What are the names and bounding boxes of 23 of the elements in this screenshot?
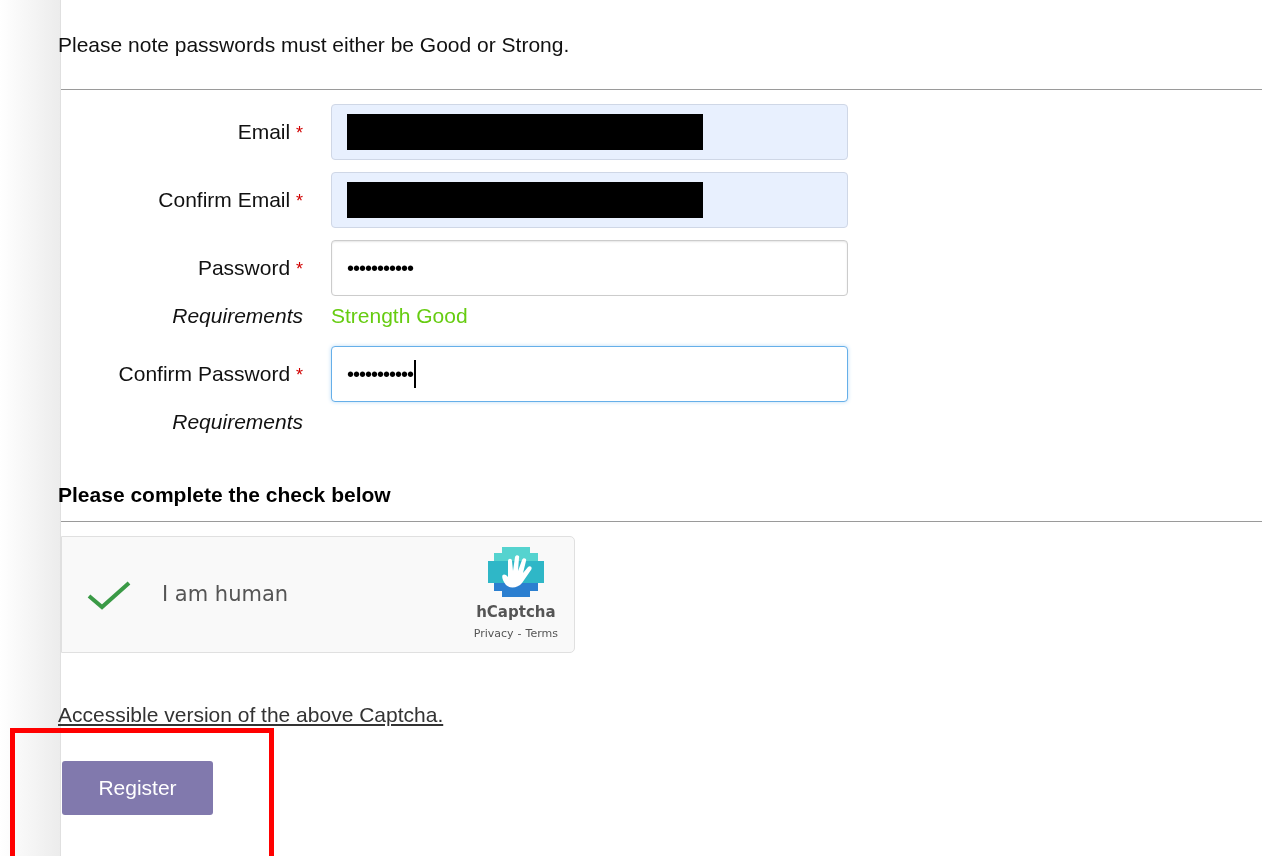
email-field[interactable] xyxy=(331,104,848,160)
field-label: Email * xyxy=(236,119,304,146)
requirements-label: Requirements xyxy=(171,409,304,436)
hand-logo-icon xyxy=(487,547,544,597)
link-separator: - xyxy=(517,625,522,642)
password-note: Please note passwords must either be Good or Strong. xyxy=(58,34,571,55)
text-cursor xyxy=(414,360,417,388)
field-label: Confirm Email * xyxy=(157,187,304,214)
requirements-label: Requirements xyxy=(171,303,304,330)
register-button[interactable]: Register xyxy=(62,760,213,815)
accessible-captcha-link[interactable]: Accessible version of the above Captcha. xyxy=(58,699,444,731)
captcha-brand: hCaptcha xyxy=(476,602,556,623)
email-field[interactable] xyxy=(331,172,848,228)
captcha-widget[interactable]: I am human hCaptcha Privacy - Terms xyxy=(61,536,575,653)
password-field[interactable]: ••••••••••• xyxy=(331,346,848,402)
field-label: Confirm Password * xyxy=(117,361,304,388)
terms-link[interactable]: Terms xyxy=(525,625,558,642)
strength-indicator: Strength Good xyxy=(331,303,468,330)
captcha-label: I am human xyxy=(162,580,290,608)
privacy-link[interactable]: Privacy xyxy=(473,625,514,642)
section-heading: Please complete the check below xyxy=(58,484,392,505)
password-field[interactable]: ••••••••••• xyxy=(331,240,848,296)
field-label: Password * xyxy=(196,255,304,282)
